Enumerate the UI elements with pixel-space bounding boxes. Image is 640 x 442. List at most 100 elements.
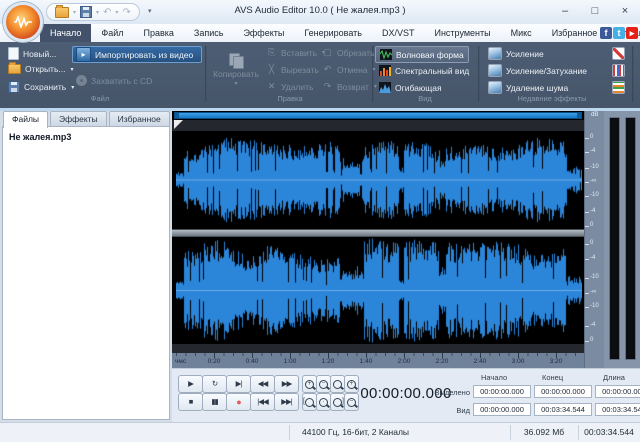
magnifier-icon: − (347, 398, 356, 407)
close-button[interactable]: × (610, 0, 640, 22)
sidebar-tab-2[interactable]: Избранное (109, 111, 170, 127)
open-folder-icon (8, 64, 21, 74)
social-links: ft▸ (600, 27, 638, 39)
fast-forward-button[interactable]: ▶▶ (274, 375, 299, 393)
db-tick (585, 212, 589, 213)
recent-effect-2[interactable]: Удаление шума (488, 81, 568, 94)
db-scale-label: -4 (590, 255, 595, 261)
minimize-button[interactable]: – (550, 0, 580, 22)
capture-cd-button[interactable]: Захватить с CD (76, 75, 152, 86)
edit-item-2[interactable]: ✕Удалить (266, 81, 313, 92)
file-list: Не жалея.mp3 (2, 126, 170, 420)
channel-divider[interactable] (172, 229, 584, 237)
effect-preset-icon-1[interactable] (612, 64, 625, 77)
titlebar: ▾ ▾ ↶ ▾ ↷ ▾ AVS Audio Editor 10.0 ( Не ж… (0, 0, 640, 25)
copy-button[interactable]: Копировать ▾ (210, 47, 262, 93)
audio-format-status: 44100 Гц, 16-бит, 2 Каналы (302, 427, 409, 437)
facebook-icon[interactable]: f (600, 27, 612, 39)
recent-effect-1[interactable]: Усиление/Затухание (488, 64, 587, 77)
ribbon-tab-1[interactable]: Файл (91, 24, 133, 42)
maximize-button[interactable]: □ (580, 0, 610, 22)
db-tick (585, 226, 589, 227)
edit-item-5[interactable]: ↷Возврат▾ (322, 81, 377, 92)
sidebar-tab-0[interactable]: Файлы (3, 111, 48, 128)
db-scale-label: 0 (590, 134, 593, 140)
record-button[interactable]: ● (226, 393, 251, 411)
ruler-tick-label: 2:40 (474, 358, 487, 365)
fast-forward-icon: ▶▶ (282, 380, 292, 388)
loop-button[interactable]: ↻ (202, 375, 227, 393)
marker-strip[interactable] (172, 120, 584, 131)
zoom-selection-end-button[interactable]: ] (330, 393, 345, 411)
go-to-start-icon: |◀◀ (257, 398, 267, 406)
ruler-tick-label: 0:40 (246, 358, 259, 365)
save-file-button[interactable]: Сохранить▾ (8, 81, 74, 93)
sidebar-tab-1[interactable]: Эффекты (50, 111, 107, 127)
import-video-icon: ▸ (76, 47, 91, 62)
pause-button[interactable]: ▮▮ (202, 393, 227, 411)
rewind-button[interactable]: ◀◀ (250, 375, 275, 393)
ruler-tick-label: 2:00 (398, 358, 411, 365)
waveform-channel-left[interactable] (176, 131, 582, 229)
selection-header-2: Длина (603, 373, 625, 382)
go-to-end-button[interactable]: ▶▶| (274, 393, 299, 411)
effect-preset-icon-2[interactable] (612, 81, 625, 94)
stop-button[interactable]: ■ (178, 393, 203, 411)
twitter-icon[interactable]: t (613, 27, 625, 39)
edit-item-4[interactable]: ↶Отмена▾ (322, 64, 376, 75)
time-ruler[interactable]: чмс 0:200:401:001:201:402:002:202:403:00… (172, 353, 584, 368)
play-button[interactable]: ▶ (178, 375, 203, 393)
db-tick (585, 326, 589, 327)
zoom-in-button[interactable]: + (302, 375, 317, 393)
ribbon-tab-bar: НачалоФайлПравкаЗаписьЭффектыГенерироват… (0, 24, 640, 42)
ribbon-tab-4[interactable]: Эффекты (233, 24, 294, 42)
magnifier-icon: − (319, 380, 328, 389)
recent-effect-0[interactable]: Усиление (488, 47, 544, 60)
level-meter-right (625, 117, 636, 360)
ribbon-tab-5[interactable]: Генерировать (294, 24, 372, 42)
edit-item-3[interactable]: ▢Обрезать (322, 47, 375, 58)
ribbon-tab-7[interactable]: Инструменты (424, 24, 500, 42)
play-selection-button[interactable]: ▶| (226, 375, 251, 393)
zoom-vertical-in-button[interactable]: + (344, 375, 359, 393)
view-mode-0[interactable]: Волновая форма (375, 46, 469, 63)
zoom-out-button[interactable]: − (316, 375, 331, 393)
zoom-vertical-out-button[interactable]: − (344, 393, 359, 411)
edit-item-1[interactable]: ╳Вырезать (266, 64, 319, 75)
waveform-channel-right[interactable] (176, 237, 582, 344)
import-from-video-button[interactable]: ▸ Импортировать из видео (72, 46, 202, 63)
ribbon-tab-3[interactable]: Запись (184, 24, 234, 42)
ribbon-tab-6[interactable]: DX/VST (372, 24, 425, 42)
selection-info: НачалоКонецДлинаВыделено00:00:00.00000:0… (432, 369, 640, 423)
effect-icon-1 (488, 64, 502, 77)
edit-group-label: Правка (230, 94, 350, 103)
zoom-selection-start-button[interactable]: [ (302, 393, 317, 411)
edit-item-icon-4: ↶ (322, 64, 333, 75)
effect-preset-icon-0[interactable] (612, 47, 625, 60)
ribbon-tab-8[interactable]: Микс (501, 24, 542, 42)
edit-item-icon-2: ✕ (266, 81, 277, 92)
status-bar: 44100 Гц, 16-бит, 2 Каналы 36.092 Мб 00:… (0, 422, 640, 442)
view-mode-1[interactable]: Спектральный вид (375, 63, 473, 78)
open-file-button[interactable]: Открыть...▾ (8, 64, 73, 74)
app-logo-icon[interactable] (3, 2, 43, 42)
go-to-start-button[interactable]: |◀◀ (250, 393, 275, 411)
ribbon-tab-2[interactable]: Правка (134, 24, 184, 42)
file-list-item-0[interactable]: Не жалея.mp3 (3, 127, 169, 147)
import-video-label: Импортировать из видео (95, 50, 193, 60)
edit-item-label-0: Вставить (281, 48, 317, 58)
play-position-marker-icon[interactable] (174, 120, 183, 129)
magnifier-icon (305, 398, 314, 407)
ribbon-tab-9[interactable]: Избранное (542, 24, 608, 42)
edit-item-0[interactable]: ⎘Вставить▾ (266, 47, 325, 58)
new-file-button[interactable]: Новый... (8, 47, 56, 60)
view-group-label: Вид (365, 94, 485, 103)
youtube-icon[interactable]: ▸ (626, 27, 638, 39)
db-tick (585, 196, 589, 197)
statusbar-separator (289, 425, 290, 440)
zoom-full-button[interactable] (330, 375, 345, 393)
zoom-selection-button[interactable]: · (316, 393, 331, 411)
ribbon-tab-0[interactable]: Начало (40, 24, 91, 42)
overview-scrollbar[interactable] (174, 112, 582, 119)
view-mode-2[interactable]: Огибающая (375, 80, 446, 95)
